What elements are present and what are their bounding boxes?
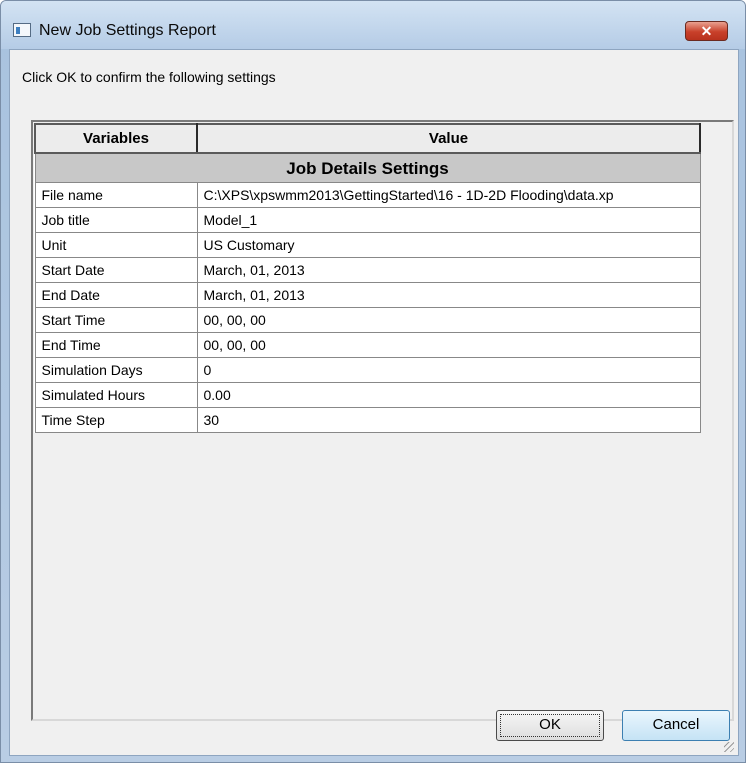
table-row: Start Date March, 01, 2013 bbox=[34, 256, 701, 283]
dialog-window: New Job Settings Report ✕ Click OK to co… bbox=[0, 0, 746, 763]
close-button[interactable]: ✕ bbox=[685, 21, 728, 41]
value-cell: 0 bbox=[196, 356, 701, 383]
table-row: Unit US Customary bbox=[34, 231, 701, 258]
variable-cell: End Time bbox=[34, 331, 198, 358]
dialog-client-area: Click OK to confirm the following settin… bbox=[9, 49, 739, 756]
table-row: Simulation Days 0 bbox=[34, 356, 701, 383]
ok-button[interactable]: OK bbox=[496, 710, 604, 741]
resize-grip-icon[interactable] bbox=[724, 742, 734, 752]
table-row: Time Step 30 bbox=[34, 406, 701, 433]
cancel-button-label: Cancel bbox=[652, 716, 700, 733]
confirm-prompt: Click OK to confirm the following settin… bbox=[22, 69, 276, 85]
value-cell: March, 01, 2013 bbox=[196, 256, 701, 283]
table-row: Start Time 00, 00, 00 bbox=[34, 306, 701, 333]
column-header-variables: Variables bbox=[34, 123, 198, 154]
value-cell: US Customary bbox=[196, 231, 701, 258]
section-row: Job Details Settings bbox=[34, 152, 701, 183]
value-cell: Model_1 bbox=[196, 206, 701, 233]
variable-cell: End Date bbox=[34, 281, 198, 308]
table-row: File name C:\XPS\xpswmm2013\GettingStarte… bbox=[34, 181, 701, 208]
table-row: End Date March, 01, 2013 bbox=[34, 281, 701, 308]
variable-cell: Simulation Days bbox=[34, 356, 198, 383]
variable-cell: Start Date bbox=[34, 256, 198, 283]
cancel-button[interactable]: Cancel bbox=[622, 710, 730, 741]
table-header-row: Variables Value bbox=[34, 123, 701, 154]
value-cell: 0.00 bbox=[196, 381, 701, 408]
value-cell: 00, 00, 00 bbox=[196, 331, 701, 358]
section-title: Job Details Settings bbox=[34, 152, 701, 183]
value-cell: March, 01, 2013 bbox=[196, 281, 701, 308]
variable-cell: Time Step bbox=[34, 406, 198, 433]
settings-table: Variables Value Job Details Settings Fil… bbox=[34, 123, 701, 433]
variable-cell: Job title bbox=[34, 206, 198, 233]
value-cell: C:\XPS\xpswmm2013\GettingStarted\16 - 1D… bbox=[196, 181, 701, 208]
column-header-value: Value bbox=[196, 123, 701, 154]
variable-cell: File name bbox=[34, 181, 198, 208]
table-row: Job title Model_1 bbox=[34, 206, 701, 233]
variable-cell: Unit bbox=[34, 231, 198, 258]
value-cell: 00, 00, 00 bbox=[196, 306, 701, 333]
settings-report-panel[interactable]: Variables Value Job Details Settings Fil… bbox=[31, 120, 734, 721]
title-bar[interactable]: New Job Settings Report ✕ bbox=[1, 1, 745, 49]
table-row: End Time 00, 00, 00 bbox=[34, 331, 701, 358]
window-title: New Job Settings Report bbox=[39, 22, 216, 39]
close-icon: ✕ bbox=[700, 23, 713, 39]
table-row: Simulated Hours 0.00 bbox=[34, 381, 701, 408]
app-window-icon bbox=[13, 23, 31, 37]
variable-cell: Simulated Hours bbox=[34, 381, 198, 408]
value-cell: 30 bbox=[196, 406, 701, 433]
variable-cell: Start Time bbox=[34, 306, 198, 333]
focus-rectangle bbox=[500, 714, 600, 737]
